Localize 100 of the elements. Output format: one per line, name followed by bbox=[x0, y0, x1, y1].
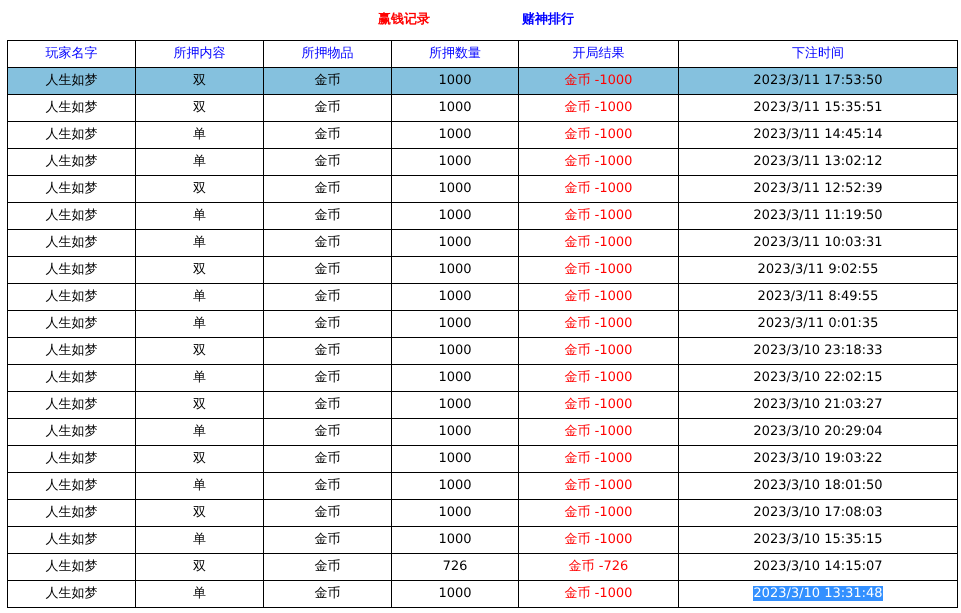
table-cell: 金币 -1000 bbox=[518, 122, 678, 148]
table-cell: 金币 bbox=[264, 392, 392, 418]
table-cell: 2023/3/10 21:03:27 bbox=[678, 392, 958, 418]
table-cell: 金币 bbox=[264, 418, 392, 446]
table-cell: 单 bbox=[136, 230, 264, 256]
table-cell: 2023/3/10 19:03:22 bbox=[678, 446, 958, 472]
table-cell: 人生如梦 bbox=[8, 338, 136, 364]
table-cell: 金币 -1000 bbox=[518, 94, 678, 122]
table-cell: 金币 bbox=[264, 256, 392, 284]
table-cell: 2023/3/11 8:49:55 bbox=[678, 284, 958, 310]
table-cell: 人生如梦 bbox=[8, 202, 136, 230]
table-cell: 金币 -1000 bbox=[518, 364, 678, 392]
table-cell: 单 bbox=[136, 580, 264, 608]
table-cell: 金币 bbox=[264, 526, 392, 554]
table-cell: 人生如梦 bbox=[8, 364, 136, 392]
table-cell: 金币 -1000 bbox=[518, 526, 678, 554]
table-cell: 2023/3/11 0:01:35 bbox=[678, 310, 958, 338]
table-cell: 金币 -1000 bbox=[518, 338, 678, 364]
table-cell: 金币 -1000 bbox=[518, 148, 678, 176]
table-cell: 2023/3/11 14:45:14 bbox=[678, 122, 958, 148]
table-cell: 金币 -1000 bbox=[518, 256, 678, 284]
table-cell: 1000 bbox=[392, 68, 518, 94]
table-cell: 人生如梦 bbox=[8, 310, 136, 338]
table-cell: 单 bbox=[136, 472, 264, 500]
table-cell: 金币 -1000 bbox=[518, 392, 678, 418]
table-cell: 金币 -1000 bbox=[518, 418, 678, 446]
table-cell: 人生如梦 bbox=[8, 580, 136, 608]
table-cell: 单 bbox=[136, 148, 264, 176]
table-cell: 金币 -1000 bbox=[518, 68, 678, 94]
table-cell: 单 bbox=[136, 418, 264, 446]
table-cell: 2023/3/10 20:29:04 bbox=[678, 418, 958, 446]
table-cell: 2023/3/10 22:02:15 bbox=[678, 364, 958, 392]
table-cell: 人生如梦 bbox=[8, 392, 136, 418]
table-cell: 726 bbox=[392, 554, 518, 580]
table-cell: 1000 bbox=[392, 338, 518, 364]
table-cell: 2023/3/11 12:52:39 bbox=[678, 176, 958, 202]
table-cell: 2023/3/11 10:03:31 bbox=[678, 230, 958, 256]
table-cell: 金币 bbox=[264, 446, 392, 472]
table-cell: 金币 bbox=[264, 554, 392, 580]
table-cell: 人生如梦 bbox=[8, 472, 136, 500]
table-cell: 1000 bbox=[392, 580, 518, 608]
table-cell: 2023/3/10 14:15:07 bbox=[678, 554, 958, 580]
table-cell: 人生如梦 bbox=[8, 554, 136, 580]
table-cell: 1000 bbox=[392, 364, 518, 392]
table-cell: 双 bbox=[136, 94, 264, 122]
table-cell: 双 bbox=[136, 338, 264, 364]
table-cell: 人生如梦 bbox=[8, 94, 136, 122]
table-cell: 金币 -1000 bbox=[518, 446, 678, 472]
table-cell: 人生如梦 bbox=[8, 446, 136, 472]
table-cell: 人生如梦 bbox=[8, 148, 136, 176]
column-header: 玩家名字 bbox=[8, 40, 136, 68]
table-cell: 1000 bbox=[392, 176, 518, 202]
highlighted-text: 2023/3/10 13:31:48 bbox=[753, 586, 883, 602]
table-cell: 人生如梦 bbox=[8, 176, 136, 202]
table-cell: 金币 -1000 bbox=[518, 500, 678, 526]
table-cell: 双 bbox=[136, 554, 264, 580]
column-header: 所押数量 bbox=[392, 40, 518, 68]
table-cell: 金币 -1000 bbox=[518, 284, 678, 310]
table-cell: 1000 bbox=[392, 202, 518, 230]
table-cell: 1000 bbox=[392, 392, 518, 418]
table-cell: 金币 bbox=[264, 310, 392, 338]
table-cell: 2023/3/11 17:53:50 bbox=[678, 68, 958, 94]
table-cell: 1000 bbox=[392, 122, 518, 148]
table-cell: 人生如梦 bbox=[8, 500, 136, 526]
table-cell: 双 bbox=[136, 68, 264, 94]
table-cell: 人生如梦 bbox=[8, 418, 136, 446]
table-cell: 金币 bbox=[264, 122, 392, 148]
table-cell: 单 bbox=[136, 122, 264, 148]
column-header: 下注时间 bbox=[678, 40, 958, 68]
nav-link[interactable]: 赢钱记录 bbox=[378, 10, 430, 30]
table-cell: 人生如梦 bbox=[8, 68, 136, 94]
table-cell: 1000 bbox=[392, 256, 518, 284]
table-cell: 单 bbox=[136, 202, 264, 230]
table-cell: 1000 bbox=[392, 230, 518, 256]
table-cell: 双 bbox=[136, 256, 264, 284]
column-header: 所押物品 bbox=[264, 40, 392, 68]
table-cell: 1000 bbox=[392, 446, 518, 472]
table-cell: 1000 bbox=[392, 526, 518, 554]
table-cell: 金币 bbox=[264, 68, 392, 94]
table-cell: 人生如梦 bbox=[8, 526, 136, 554]
table-cell: 2023/3/10 23:18:33 bbox=[678, 338, 958, 364]
table-cell: 金币 bbox=[264, 472, 392, 500]
table-cell: 人生如梦 bbox=[8, 230, 136, 256]
table-cell: 金币 -1000 bbox=[518, 472, 678, 500]
table-cell: 金币 bbox=[264, 500, 392, 526]
table-cell: 金币 bbox=[264, 284, 392, 310]
table-cell: 金币 bbox=[264, 202, 392, 230]
nav-link[interactable]: 赌神排行 bbox=[522, 10, 574, 30]
table-cell: 1000 bbox=[392, 148, 518, 176]
table-cell: 金币 bbox=[264, 230, 392, 256]
table-cell: 金币 -1000 bbox=[518, 310, 678, 338]
table-cell: 金币 bbox=[264, 338, 392, 364]
table-cell: 2023/3/11 11:19:50 bbox=[678, 202, 958, 230]
table-cell: 双 bbox=[136, 176, 264, 202]
table-cell: 1000 bbox=[392, 284, 518, 310]
table-cell: 2023/3/11 15:35:51 bbox=[678, 94, 958, 122]
table-cell: 单 bbox=[136, 310, 264, 338]
table-cell: 1000 bbox=[392, 418, 518, 446]
table-cell: 金币 -1000 bbox=[518, 580, 678, 608]
table-cell: 人生如梦 bbox=[8, 284, 136, 310]
